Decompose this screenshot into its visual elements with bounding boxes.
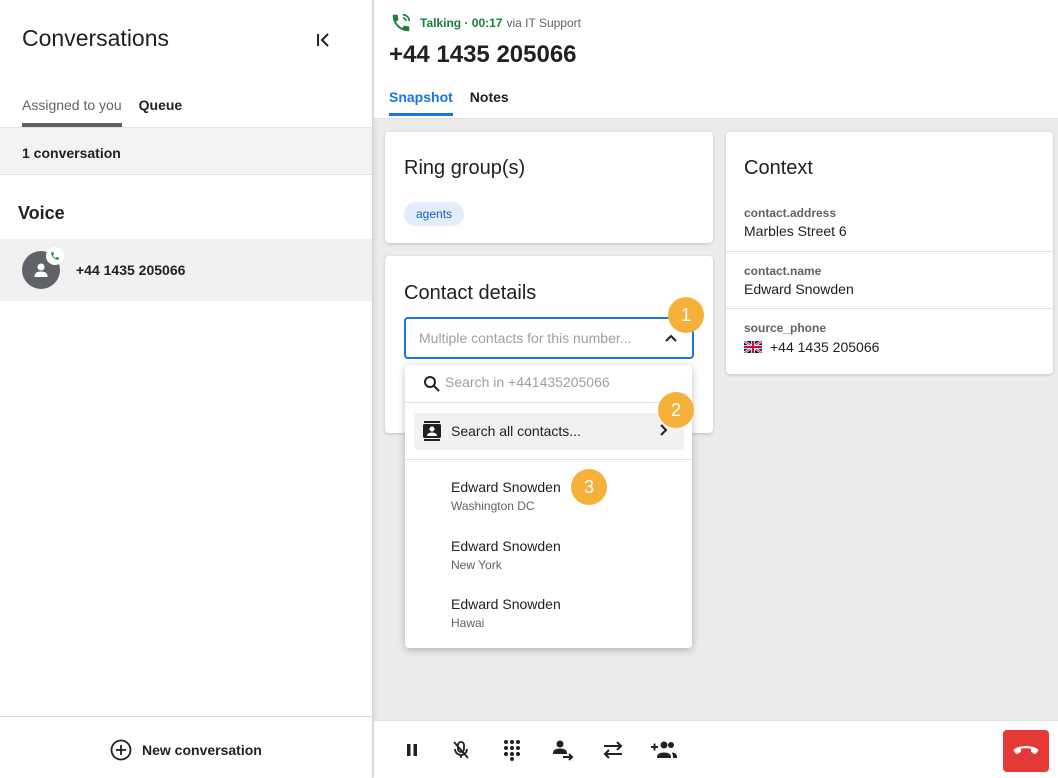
call-controls-bar	[374, 720, 1058, 778]
contacts-icon	[423, 421, 441, 441]
hold-button[interactable]	[399, 737, 425, 763]
context-field: source_phone +44 1435 205066	[726, 308, 1053, 372]
main-header: Talking · 00:17 via IT Support +44 1435 …	[374, 0, 1058, 119]
sidebar-footer: New conversation	[0, 716, 372, 778]
context-field-label: source_phone	[744, 321, 827, 335]
context-field-label: contact.name	[744, 264, 822, 278]
context-field-value-phone: +44 1435 205066	[744, 339, 879, 355]
contact-select-placeholder: Multiple contacts for this number...	[419, 330, 632, 346]
dropdown-search-input[interactable]	[445, 374, 675, 390]
context-field: contact.name Edward Snowden	[726, 251, 1053, 309]
contact-option[interactable]: Edward Snowden New York	[405, 538, 692, 594]
forward-button[interactable]	[550, 737, 576, 763]
phone-in-talk-icon	[392, 13, 411, 32]
new-conversation-label: New conversation	[142, 742, 262, 758]
contact-option-city: Hawai	[451, 616, 485, 630]
contact-option-city: New York	[451, 558, 502, 572]
call-via-text: via IT Support	[506, 16, 581, 30]
uk-flag-icon	[744, 341, 762, 353]
context-field-label: contact.address	[744, 206, 837, 220]
context-title: Context	[744, 157, 813, 179]
sidebar-title: Conversations	[22, 25, 170, 51]
contact-select[interactable]: Multiple contacts for this number...	[404, 317, 694, 359]
phone-icon	[51, 252, 59, 260]
tab-assigned-to-you[interactable]: Assigned to you	[22, 97, 122, 127]
dialpad-icon	[504, 740, 520, 761]
hang-up-button[interactable]	[1003, 730, 1049, 772]
swap-icon	[603, 741, 623, 759]
section-title-voice: Voice	[18, 203, 65, 223]
contact-option-city: Washington DC	[451, 499, 535, 513]
ring-groups-title: Ring group(s)	[404, 157, 526, 179]
tab-notes[interactable]: Notes	[470, 89, 509, 116]
annotation-badge-2: 2	[658, 392, 694, 428]
person-forward-icon	[553, 740, 574, 761]
ring-group-chip[interactable]: agents	[404, 202, 465, 226]
dropdown-search	[405, 365, 692, 403]
new-conversation-button[interactable]: New conversation	[110, 739, 262, 761]
search-icon	[424, 376, 440, 392]
collapse-sidebar-icon[interactable]	[312, 28, 336, 52]
contact-option[interactable]: Edward Snowden Hawai	[405, 596, 692, 652]
annotation-badge-1: 1	[668, 297, 704, 333]
search-all-contacts-button[interactable]: Search all contacts...	[414, 413, 684, 450]
call-end-icon	[1013, 746, 1039, 755]
conversation-count: 1 conversation	[0, 127, 372, 175]
context-field: contact.address Marbles Street 6	[726, 194, 1053, 252]
main-tabs: Snapshot Notes	[389, 89, 526, 116]
tab-queue[interactable]: Queue	[139, 97, 183, 127]
sidebar-tabs: Assigned to you Queue	[22, 97, 199, 127]
group-add-icon	[651, 741, 677, 758]
contact-option-name: Edward Snowden	[451, 596, 561, 612]
transfer-button[interactable]	[600, 737, 626, 763]
dialpad-button[interactable]	[499, 737, 525, 763]
add-participant-button[interactable]	[649, 737, 679, 763]
context-field-value: Edward Snowden	[744, 281, 854, 297]
ring-groups-card: Ring group(s) agents	[385, 132, 713, 243]
person-icon	[34, 263, 48, 277]
call-status-text: Talking · 00:17	[420, 16, 503, 30]
search-all-contacts-label: Search all contacts...	[451, 423, 581, 439]
conversation-item[interactable]: +44 1435 205066	[0, 239, 372, 301]
caller-phone: +44 1435 205066	[389, 41, 577, 68]
call-status: Talking · 00:17 via IT Support	[390, 12, 581, 34]
call-badge	[46, 247, 64, 265]
context-card: Context contact.address Marbles Street 6…	[726, 132, 1053, 374]
conversation-phone: +44 1435 205066	[76, 262, 186, 278]
contact-option-name: Edward Snowden	[451, 479, 561, 495]
tab-snapshot[interactable]: Snapshot	[389, 89, 453, 116]
mute-button[interactable]	[448, 737, 474, 763]
chevron-up-icon	[665, 334, 677, 342]
source-phone-value: +44 1435 205066	[770, 339, 880, 355]
contact-option[interactable]: Edward Snowden Washington DC	[405, 479, 692, 535]
contact-dropdown: Search all contacts... Edward Snowden Wa…	[405, 365, 692, 648]
pause-icon	[407, 744, 417, 756]
conversations-sidebar: Conversations Assigned to you Queue 1 co…	[0, 0, 373, 778]
contact-option-name: Edward Snowden	[451, 538, 561, 554]
mic-off-icon	[453, 741, 469, 759]
annotation-badge-3: 3	[571, 469, 607, 505]
context-field-value: Marbles Street 6	[744, 223, 847, 239]
contact-details-title: Contact details	[404, 282, 537, 304]
dropdown-divider	[405, 459, 692, 460]
add-circle-icon	[110, 739, 132, 761]
